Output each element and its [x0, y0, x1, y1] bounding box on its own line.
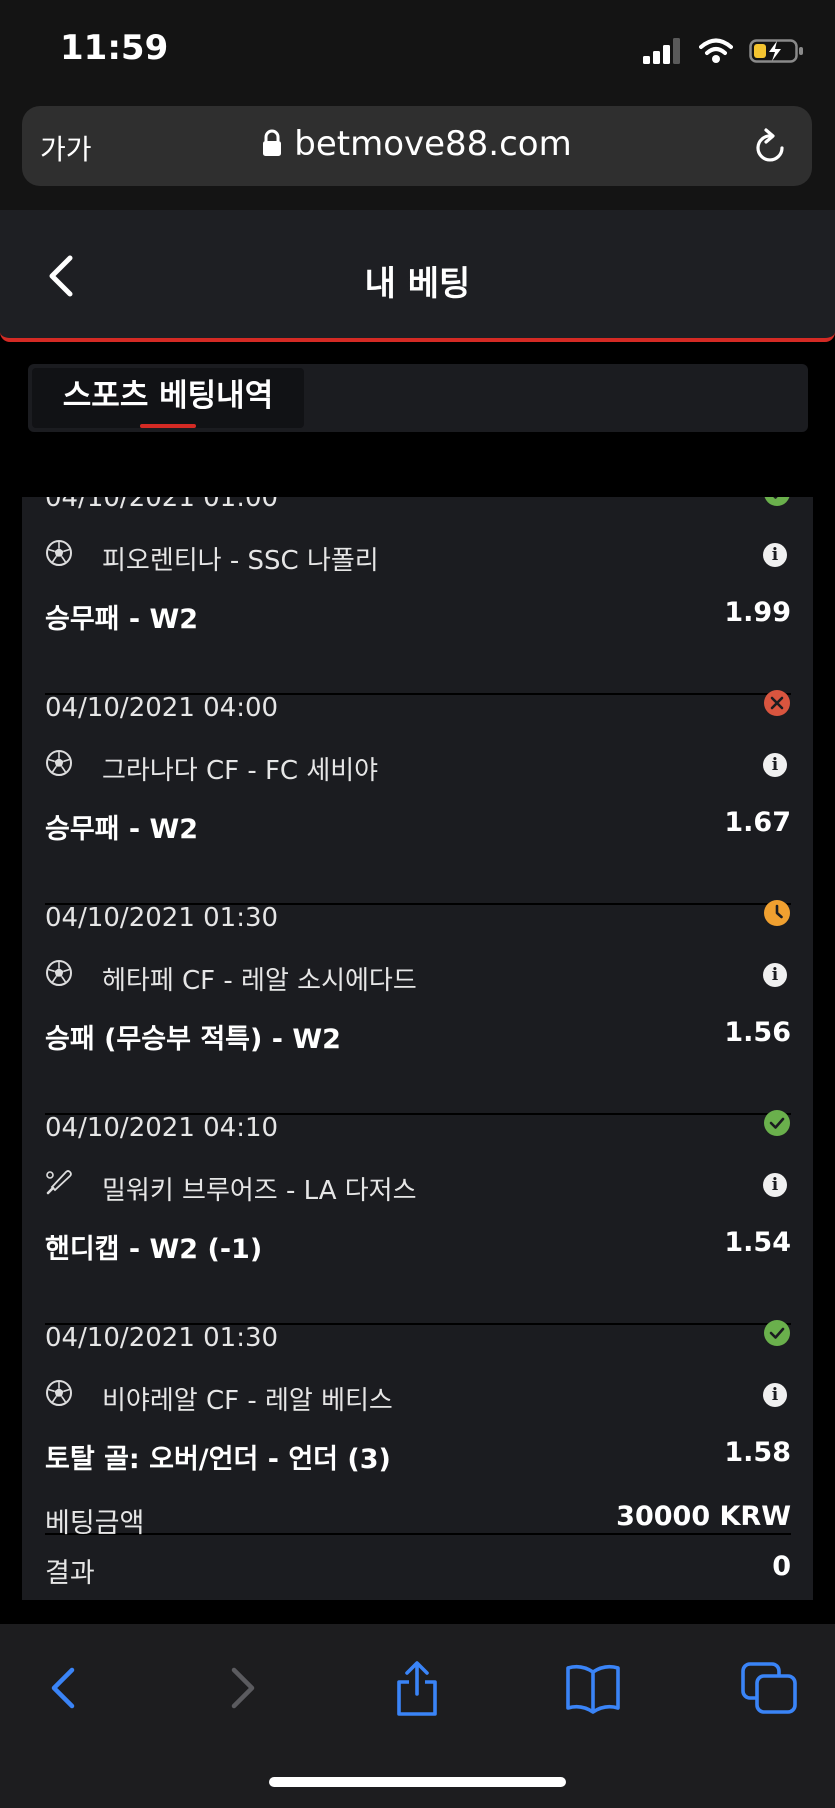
battery-charging-icon — [749, 39, 803, 63]
bet-slip-list[interactable]: 04/10/2021 01:00 피오렌티나 - SSC 나폴리 i 승무패 -… — [22, 497, 813, 1600]
won-check-icon — [764, 1110, 790, 1136]
app-header: 내 베팅 — [0, 210, 835, 342]
pending-clock-icon — [764, 900, 790, 926]
soccer-ball-icon — [46, 540, 72, 566]
result-value: 0 — [772, 1551, 791, 1582]
stake-value: 30000 KRW — [616, 1501, 791, 1532]
bet-row: 04/10/2021 04:00 그라나다 CF - FC 세비야 i 승무패 … — [45, 690, 791, 905]
browser-bottom-toolbar — [0, 1624, 835, 1808]
bet-summary: 베팅금액 30000 KRW 결과 0 — [45, 1501, 791, 1600]
reload-icon[interactable] — [752, 126, 790, 166]
bet-odds: 1.56 — [724, 1017, 791, 1048]
bet-market: 승무패 - W2 — [45, 814, 199, 845]
tab-bar: 스포츠 베팅내역 — [28, 364, 808, 432]
share-icon[interactable] — [387, 1658, 447, 1718]
wifi-icon — [699, 38, 733, 63]
tab-sports-bet-history[interactable]: 스포츠 베팅내역 — [32, 368, 304, 428]
won-check-icon — [764, 1320, 790, 1346]
lock-icon — [262, 126, 282, 166]
forward-icon[interactable] — [212, 1658, 272, 1718]
page-title: 내 베팅 — [364, 264, 471, 304]
info-icon[interactable]: i — [763, 543, 787, 567]
soccer-ball-icon — [46, 1380, 72, 1406]
bet-date: 04/10/2021 01:30 — [45, 903, 279, 933]
status-time: 11:59 — [60, 28, 169, 68]
browser-toolbar: 가가 betmove88.com — [0, 100, 835, 210]
bet-match: 비야레알 CF - 레알 베티스 — [102, 1386, 393, 1416]
bet-date: 04/10/2021 04:00 — [45, 693, 279, 723]
won-check-icon — [764, 497, 790, 506]
baseball-bat-icon — [46, 1170, 72, 1195]
bet-row: 04/10/2021 04:10 밀워키 브루어즈 - LA 다저스 i 핸디캡… — [45, 1110, 791, 1325]
info-icon[interactable]: i — [763, 753, 787, 777]
bet-odds: 1.67 — [724, 807, 791, 838]
bet-date: 04/10/2021 01:30 — [45, 1323, 279, 1353]
bet-market: 승패 (무승부 적특) - W2 — [45, 1024, 341, 1055]
bookmarks-icon[interactable] — [563, 1658, 623, 1718]
cellular-signal-icon — [643, 38, 680, 64]
bet-match: 피오렌티나 - SSC 나폴리 — [102, 546, 379, 576]
info-icon[interactable]: i — [763, 1173, 787, 1197]
soccer-ball-icon — [46, 750, 72, 776]
bet-market: 승무패 - W2 — [45, 604, 199, 635]
tab-label: 스포츠 베팅내역 — [62, 378, 274, 414]
bet-odds: 1.58 — [724, 1437, 791, 1468]
home-indicator — [269, 1777, 566, 1787]
back-icon[interactable] — [34, 1658, 94, 1718]
result-label: 결과 — [45, 1558, 95, 1589]
bet-match: 그라나다 CF - FC 세비야 — [102, 756, 379, 786]
bet-row: 04/10/2021 01:30 헤타페 CF - 레알 소시에다드 i 승패 … — [45, 900, 791, 1115]
url-domain: betmove88.com — [294, 124, 572, 164]
stake-label: 베팅금액 — [45, 1508, 145, 1539]
address-bar[interactable]: 가가 betmove88.com — [22, 106, 812, 186]
bet-market: 핸디캡 - W2 (-1) — [45, 1234, 263, 1265]
bet-match: 밀워키 브루어즈 - LA 다저스 — [102, 1176, 417, 1206]
bet-date: 04/10/2021 04:10 — [45, 1113, 279, 1143]
bet-date: 04/10/2021 01:00 — [45, 497, 279, 513]
bet-odds: 1.99 — [724, 597, 791, 628]
tab-active-indicator — [140, 424, 196, 428]
status-bar: 11:59 — [0, 0, 835, 100]
info-icon[interactable]: i — [763, 1383, 787, 1407]
lost-x-icon — [764, 690, 790, 716]
bet-odds: 1.54 — [724, 1227, 791, 1258]
soccer-ball-icon — [46, 960, 72, 986]
bet-market: 토탈 골: 오버/언더 - 언더 (3) — [45, 1444, 391, 1475]
bet-row: 04/10/2021 01:00 피오렌티나 - SSC 나폴리 i 승무패 -… — [45, 497, 791, 695]
bet-match: 헤타페 CF - 레알 소시에다드 — [102, 966, 417, 996]
info-icon[interactable]: i — [763, 963, 787, 987]
tabs-icon[interactable] — [739, 1658, 799, 1718]
